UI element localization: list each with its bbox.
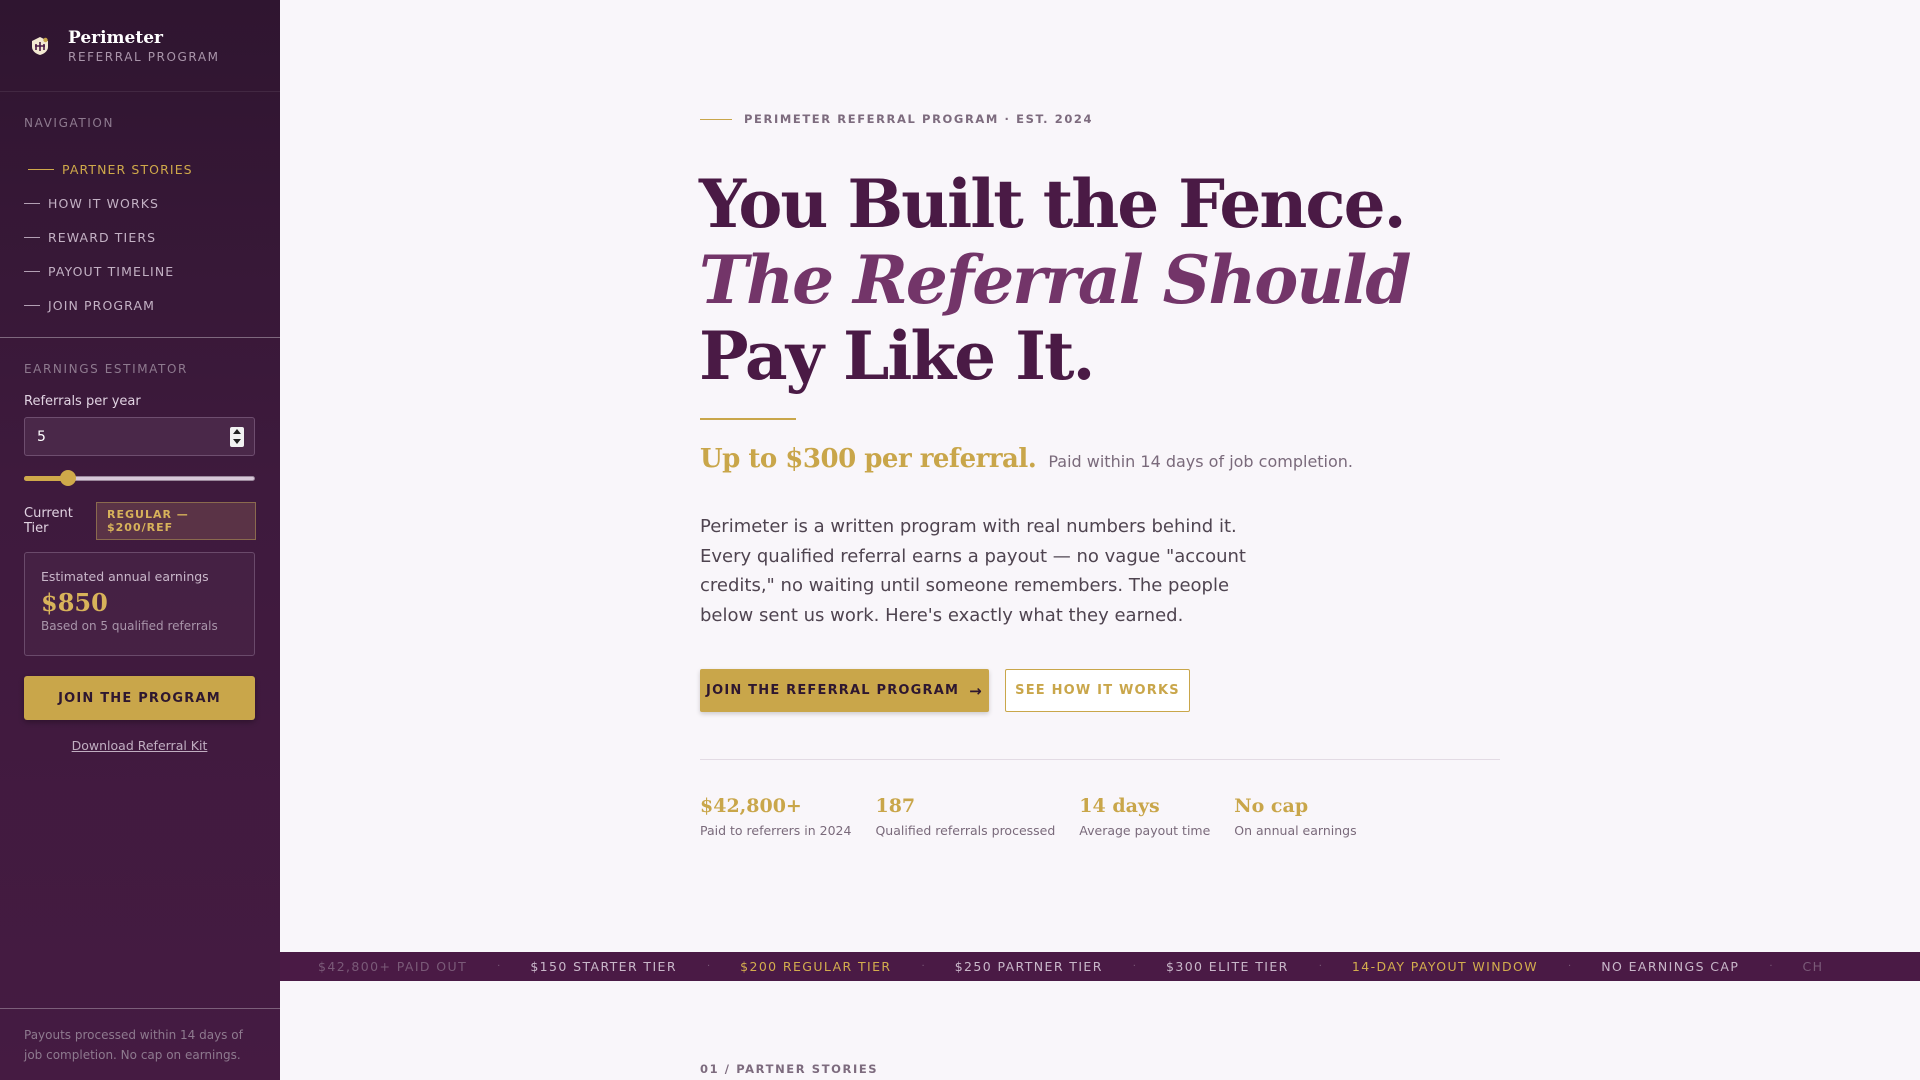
stat-label: Average payout time (1079, 823, 1211, 838)
stat-paid-out: $42,800+ Paid to referrers in 2024 (700, 795, 851, 838)
stat-label: Paid to referrers in 2024 (700, 823, 852, 838)
headline-line-3: Pay Like It. (699, 317, 1095, 395)
stat-cap: No cap On annual earnings (1234, 795, 1356, 838)
stats-row: $42,800+ Paid to referrers in 2024 187 Q… (700, 795, 1381, 838)
earnings-estimator: EARNINGS ESTIMATOR Referrals per year 5 … (0, 338, 280, 753)
offer-line: Up to $300 per referral. Paid within 14 … (700, 444, 1353, 474)
stat-label: On annual earnings (1234, 823, 1357, 838)
slider-thumb[interactable] (60, 470, 76, 486)
offer-terms: Paid within 14 days of job completion. (1048, 452, 1354, 471)
stat-value: 187 (875, 795, 916, 817)
stat-label: Qualified referrals processed (875, 823, 1056, 838)
nav-item-label: HOW IT WORKS (48, 195, 160, 211)
nav-item-payout-timeline[interactable]: PAYOUT TIMELINE (24, 254, 256, 288)
dash-icon (28, 168, 54, 170)
earnings-value: $850 (41, 588, 108, 617)
stat-value: 14 days (1079, 795, 1160, 817)
dash-icon (24, 304, 40, 306)
tier-badge: REGULAR — $200/REF (96, 502, 256, 540)
dot-separator-icon: · (1318, 961, 1322, 972)
arrow-right-icon: → (969, 681, 983, 700)
headline-line-1: You Built the Fence. (699, 165, 1407, 243)
join-program-button[interactable]: JOIN THE PROGRAM (24, 676, 255, 720)
estimator-label: EARNINGS ESTIMATOR (24, 362, 188, 376)
earnings-card: Estimated annual earnings $850 Based on … (24, 552, 255, 656)
sidebar-footer: Payouts processed within 14 days of job … (0, 1008, 280, 1080)
stat-value: $42,800+ (700, 795, 802, 817)
brand[interactable]: Perimeter REFERRAL PROGRAM (0, 0, 280, 92)
brand-subtitle: REFERRAL PROGRAM (68, 49, 220, 64)
stat-value: No cap (1234, 795, 1309, 817)
ticker-item: CH (1802, 959, 1824, 974)
ticker-item: $200 REGULAR TIER (740, 959, 892, 974)
eyebrow-rule (700, 118, 732, 120)
tier-label: Current Tier (24, 506, 73, 536)
dot-separator-icon: · (706, 961, 711, 972)
main-content: PERIMETER REFERRAL PROGRAM · EST. 2024 Y… (280, 0, 1920, 1080)
ticker-track: $42,800+ PAID OUT · $150 STARTER TIER · … (318, 959, 1823, 974)
stepper-icon[interactable] (230, 426, 244, 447)
hero-body: Perimeter is a written program with real… (700, 516, 1246, 626)
join-referral-program-button[interactable]: JOIN THE REFERRAL PROGRAM → (700, 669, 989, 712)
ticker-item: NO EARNINGS CAP (1601, 959, 1740, 974)
ticker-item: $300 ELITE TIER (1165, 959, 1289, 974)
sidebar-nav: NAVIGATION PARTNER STORIES HOW IT WORKS … (0, 92, 280, 338)
ticker-item: 14-DAY PAYOUT WINDOW (1351, 959, 1539, 974)
stats-divider (700, 759, 1500, 760)
hero-headline: You Built the Fence. The Referral Should… (699, 165, 1412, 395)
dot-separator-icon: · (1769, 961, 1773, 972)
referrals-input[interactable]: 5 (24, 417, 255, 456)
dash-icon (24, 236, 40, 238)
earnings-note: Based on 5 qualified referrals (41, 619, 218, 633)
stat-referrals: 187 Qualified referrals processed (875, 795, 1055, 838)
see-how-it-works-button[interactable]: SEE HOW IT WORKS (1005, 669, 1190, 712)
ticker-banner: $42,800+ PAID OUT · $150 STARTER TIER · … (280, 952, 1920, 981)
cta-primary-label: JOIN THE REFERRAL PROGRAM (706, 683, 960, 698)
shield-fence-icon (28, 34, 52, 58)
headline-line-2: The Referral Should (699, 241, 1412, 319)
earnings-label: Estimated annual earnings (41, 569, 209, 584)
referrals-slider[interactable] (24, 470, 255, 486)
dot-separator-icon: · (921, 961, 925, 972)
hero-actions: JOIN THE REFERRAL PROGRAM → SEE HOW IT W… (700, 669, 1190, 712)
sidebar: Perimeter REFERRAL PROGRAM NAVIGATION PA… (0, 0, 280, 1080)
nav-item-join-program[interactable]: JOIN PROGRAM (24, 288, 256, 322)
brand-name: Perimeter (68, 27, 163, 48)
ticker-item: $42,800+ PAID OUT (318, 959, 468, 974)
nav-item-label: JOIN PROGRAM (48, 297, 155, 313)
ticker-item: $150 STARTER TIER (530, 959, 677, 974)
offer-amount: Up to $300 per referral. (700, 444, 1037, 474)
hero-eyebrow: PERIMETER REFERRAL PROGRAM · EST. 2024 (700, 112, 1093, 126)
eyebrow-text: PERIMETER REFERRAL PROGRAM · EST. 2024 (744, 112, 1094, 126)
nav-item-label: PARTNER STORIES (62, 161, 193, 177)
nav-item-label: PAYOUT TIMELINE (48, 263, 175, 279)
nav-item-partner-stories[interactable]: PARTNER STORIES (24, 152, 256, 186)
dot-separator-icon: · (497, 961, 501, 972)
nav-item-reward-tiers[interactable]: REWARD TIERS (24, 220, 256, 254)
referrals-value: 5 (37, 428, 46, 445)
nav-item-how-it-works[interactable]: HOW IT WORKS (24, 186, 256, 220)
dash-icon (24, 202, 40, 204)
referrals-label: Referrals per year (24, 394, 141, 409)
dash-icon (24, 270, 40, 272)
stat-payout-time: 14 days Average payout time (1079, 795, 1210, 838)
download-kit-link[interactable]: Download Referral Kit (24, 738, 255, 753)
current-tier: Current Tier REGULAR — $200/REF (24, 502, 256, 540)
dot-separator-icon: · (1568, 961, 1572, 972)
dot-separator-icon: · (1132, 961, 1136, 972)
section-tag-partner-stories: 01 / PARTNER STORIES (700, 1062, 879, 1076)
ticker-item: $250 PARTNER TIER (954, 959, 1103, 974)
nav-label: NAVIGATION (24, 116, 115, 130)
headline-divider (700, 418, 796, 420)
nav-item-label: REWARD TIERS (48, 229, 157, 245)
